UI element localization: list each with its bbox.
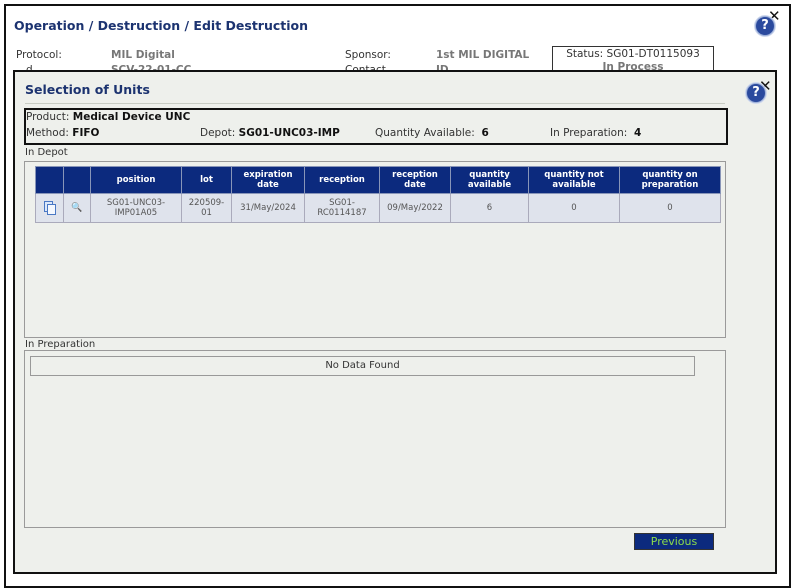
header-reception[interactable]: reception (304, 166, 380, 194)
method-line: Method: FIFO (26, 127, 99, 139)
header-action-2 (63, 166, 91, 194)
cell-lot: 220509-01 (181, 193, 232, 223)
depot-table: position lot expiration date reception r… (35, 166, 721, 223)
product-value: Medical Device UNC (72, 111, 191, 123)
status-text: Status: SG01-DT0115093 (566, 48, 700, 60)
title-divider (25, 103, 725, 104)
product-label: Product: (26, 111, 70, 123)
protocol-value: MIL Digital (111, 49, 175, 61)
sponsor-value: 1st MIL DIGITAL (436, 49, 530, 61)
protocol-label: Protocol: (16, 49, 62, 61)
product-line: Product: Medical Device UNC (26, 111, 190, 123)
in-preparation-line: In Preparation: 4 (550, 127, 641, 139)
header-quantity-available[interactable]: quantity available (450, 166, 529, 194)
quantity-available-value: 6 (481, 127, 489, 139)
status-badge: Status: SG01-DT0115093 In Process (552, 46, 714, 73)
header-action-1 (35, 166, 64, 194)
cell-reception: SG01-RC0114187 (304, 193, 380, 223)
cell-quantity-on-preparation: 0 (619, 193, 721, 223)
cell-position: SG01-UNC03-IMP01A05 (90, 193, 182, 223)
cell-reception-date: 09/May/2022 (379, 193, 451, 223)
header-quantity-not-available[interactable]: quantity not available (528, 166, 620, 194)
depot-line: Depot: SG01-UNC03-IMP (200, 127, 340, 139)
header-reception-date[interactable]: reception date (379, 166, 451, 194)
depot-label: Depot: (200, 127, 236, 139)
header-quantity-on-preparation[interactable]: quantity on preparation (619, 166, 721, 194)
depot-value: SG01-UNC03-IMP (238, 127, 340, 139)
quantity-available-line: Quantity Available: 6 (375, 127, 489, 139)
in-preparation-section-label: In Preparation (25, 339, 96, 350)
copy-icon[interactable] (44, 200, 56, 215)
method-label: Method: (26, 127, 69, 139)
in-preparation-panel (24, 350, 726, 528)
magnifier-icon[interactable]: 🔍 (71, 203, 82, 213)
previous-button[interactable]: Previous (634, 533, 714, 550)
sponsor-label: Sponsor: (345, 49, 391, 61)
cell-expiration-date: 31/May/2024 (231, 193, 305, 223)
page-title: Operation / Destruction / Edit Destructi… (14, 18, 309, 33)
header-position[interactable]: position (90, 166, 182, 194)
in-preparation-label: In Preparation: (550, 127, 628, 139)
copy-cell[interactable] (35, 193, 64, 223)
quantity-available-label: Quantity Available: (375, 127, 475, 139)
view-cell[interactable]: 🔍 (63, 193, 91, 223)
dialog-help-icon[interactable]: ? (746, 83, 766, 103)
in-preparation-value: 4 (633, 127, 642, 139)
method-value: FIFO (72, 127, 100, 139)
cell-quantity-available: 6 (450, 193, 529, 223)
header-lot[interactable]: lot (181, 166, 232, 194)
table-header-row: position lot expiration date reception r… (35, 166, 721, 194)
header-expiration-date[interactable]: expiration date (231, 166, 305, 194)
outer-help-icon[interactable]: ? (755, 16, 775, 36)
table-row: 🔍 SG01-UNC03-IMP01A05 220509-01 31/May/2… (35, 193, 721, 223)
cell-quantity-not-available: 0 (528, 193, 620, 223)
in-depot-section-label: In Depot (25, 147, 68, 158)
dialog-title: Selection of Units (25, 82, 150, 97)
no-data-message: No Data Found (30, 356, 695, 376)
